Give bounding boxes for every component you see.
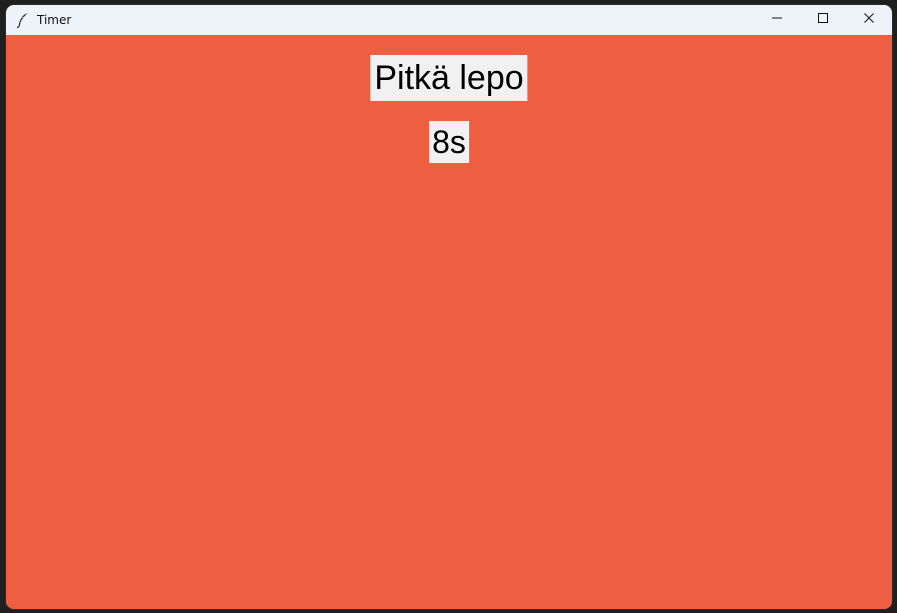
timer-content: Pitkä lepo 8s xyxy=(6,35,892,609)
title-bar[interactable]: Timer xyxy=(6,5,892,35)
maximize-icon xyxy=(817,11,829,29)
feather-icon xyxy=(16,12,30,29)
timer-window: Timer Pitkä lepo 8s xyxy=(6,5,892,609)
minimize-button[interactable] xyxy=(754,5,800,35)
window-title: Timer xyxy=(37,13,72,27)
maximize-button[interactable] xyxy=(800,5,846,35)
close-icon xyxy=(863,11,875,29)
timer-mode-label: Pitkä lepo xyxy=(370,55,528,101)
close-button[interactable] xyxy=(846,5,892,35)
time-remaining-label: 8s xyxy=(429,121,469,163)
minimize-icon xyxy=(771,11,783,29)
